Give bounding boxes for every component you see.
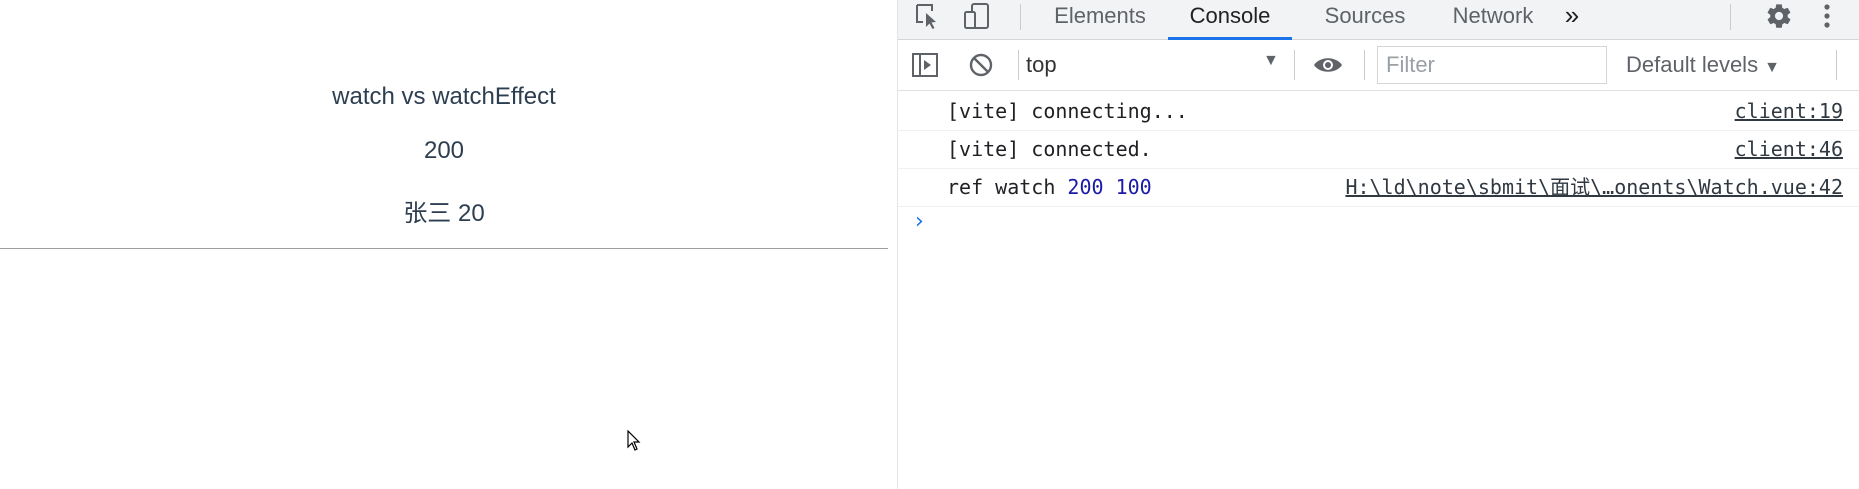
person-info: 张三 20 (403, 200, 485, 227)
message-source-link[interactable]: client:19 (1735, 93, 1843, 129)
page-viewport: watch vs watchEffect 200 张三 20 (0, 0, 897, 489)
message-source-link[interactable]: client:46 (1735, 131, 1843, 167)
message-source-link[interactable]: H:\ld\note\sbmit\面试\…onents\Watch.vue:42 (1345, 169, 1843, 205)
context-selector[interactable]: top (1026, 46, 1176, 84)
message-prefix: ref watch (947, 175, 1056, 199)
device-toolbar-icon[interactable] (961, 2, 993, 30)
toolbar-separator (1836, 50, 1837, 80)
show-sidebar-icon[interactable] (908, 50, 942, 80)
tab-network[interactable]: Network (1428, 0, 1558, 40)
tab-sources[interactable]: Sources (1305, 0, 1425, 40)
horizontal-divider (0, 248, 888, 249)
dropdown-arrow-icon: ▼ (1764, 59, 1780, 76)
log-levels-dropdown[interactable]: Default levels ▼ (1626, 46, 1780, 84)
toolbar-separator (1294, 50, 1295, 80)
dropdown-arrow-icon[interactable]: ▼ (1263, 52, 1279, 70)
toolbar-separator (1020, 4, 1021, 30)
message-text: [vite] connecting... (947, 99, 1188, 123)
inspect-element-icon[interactable] (912, 2, 944, 30)
clear-console-icon[interactable] (964, 50, 998, 80)
page-heading: watch vs watchEffect (332, 83, 556, 110)
devtools-tab-bar: Elements Console Sources Network » (898, 0, 1859, 40)
settings-gear-icon[interactable] (1763, 2, 1795, 30)
console-message: ref watch 200 100 H:\ld\note\sbmit\面试\…o… (898, 169, 1859, 207)
filter-input[interactable] (1377, 46, 1607, 84)
more-tabs-chevron-icon[interactable]: » (1556, 0, 1588, 40)
number-value: 200 (1067, 175, 1104, 199)
number-value: 100 (1115, 175, 1152, 199)
toolbar-separator (1018, 50, 1019, 80)
console-message: [vite] connected. client:46 (898, 131, 1859, 169)
console-messages: [vite] connecting... client:19 [vite] co… (898, 91, 1859, 489)
toolbar-separator (1364, 50, 1365, 80)
devtools-panel: Elements Console Sources Network » top ▼… (897, 0, 1859, 489)
mouse-cursor-icon (627, 430, 641, 451)
live-expression-eye-icon[interactable] (1311, 50, 1345, 80)
message-text: [vite] connected. (947, 137, 1152, 161)
count-value: 200 (423, 137, 465, 164)
toolbar-separator (1730, 4, 1731, 30)
console-message: [vite] connecting... client:19 (898, 93, 1859, 131)
tab-console[interactable]: Console (1168, 0, 1292, 40)
more-options-icon[interactable] (1811, 2, 1843, 30)
message-text: ref watch 200 100 (947, 169, 1152, 205)
log-levels-label: Default levels (1626, 52, 1759, 77)
console-toolbar: top ▼ Default levels ▼ (898, 40, 1859, 91)
console-prompt-chevron-icon[interactable]: › (915, 209, 924, 234)
tab-elements[interactable]: Elements (1044, 0, 1156, 40)
